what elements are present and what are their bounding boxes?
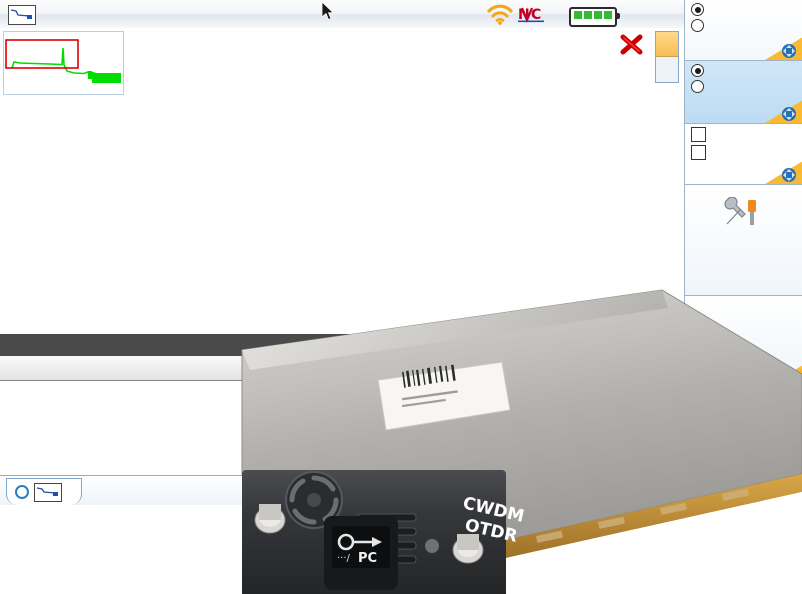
otdr-main-screen — [0, 28, 802, 594]
play-arrow-icon[interactable] — [759, 365, 802, 388]
radio-indicator — [691, 64, 704, 77]
checkbox-cursor-a[interactable] — [685, 124, 802, 142]
dpad-icon[interactable] — [759, 100, 802, 123]
events-table[interactable] — [0, 356, 684, 381]
page-option-1[interactable] — [656, 32, 678, 57]
radio-smartlink[interactable] — [685, 16, 802, 32]
radio-trace[interactable] — [685, 0, 802, 16]
title-bar: N C — [0, 0, 802, 29]
right-sidebar — [684, 0, 802, 566]
otdr-trace-icon — [8, 5, 36, 25]
advanced-label — [685, 296, 802, 324]
quick-setup-label-line1 — [685, 185, 802, 195]
mouse-pointer-icon — [321, 1, 336, 22]
page-option-2[interactable] — [656, 57, 678, 81]
advanced-button[interactable] — [685, 296, 802, 389]
zoom-mode-panel — [685, 61, 802, 124]
quick-setup-button[interactable] — [685, 185, 802, 296]
checkbox-indicator — [691, 127, 706, 142]
radio-shift[interactable] — [685, 77, 802, 93]
cursor-panel — [685, 124, 802, 185]
tab-active-dot — [15, 485, 29, 499]
page-selector[interactable] — [655, 31, 679, 83]
wrench-screwdriver-icon — [685, 196, 802, 231]
dpad-icon[interactable] — [759, 161, 802, 184]
tab-sm-otdr[interactable] — [6, 478, 82, 505]
radio-zoom[interactable] — [685, 61, 802, 77]
dpad-icon[interactable] — [759, 37, 802, 60]
checkbox-indicator — [691, 145, 706, 160]
vnc-icon: N C — [518, 5, 548, 24]
tab-content-area — [0, 505, 684, 594]
checkbox-cursor-b[interactable] — [685, 142, 802, 160]
red-x-icon[interactable] — [620, 33, 644, 57]
battery-icon — [569, 7, 620, 27]
radio-indicator — [691, 19, 704, 32]
radio-indicator — [691, 80, 704, 93]
radio-indicator — [691, 3, 704, 16]
otdr-trace-icon — [34, 482, 62, 502]
trace-mode-panel — [685, 0, 802, 61]
summary-bar — [0, 334, 684, 356]
trace-minimap[interactable] — [3, 31, 124, 95]
otdr-chart[interactable] — [0, 90, 684, 330]
bottom-tab-bar — [0, 475, 684, 506]
wifi-icon — [487, 4, 513, 25]
table-header-row — [0, 356, 684, 381]
